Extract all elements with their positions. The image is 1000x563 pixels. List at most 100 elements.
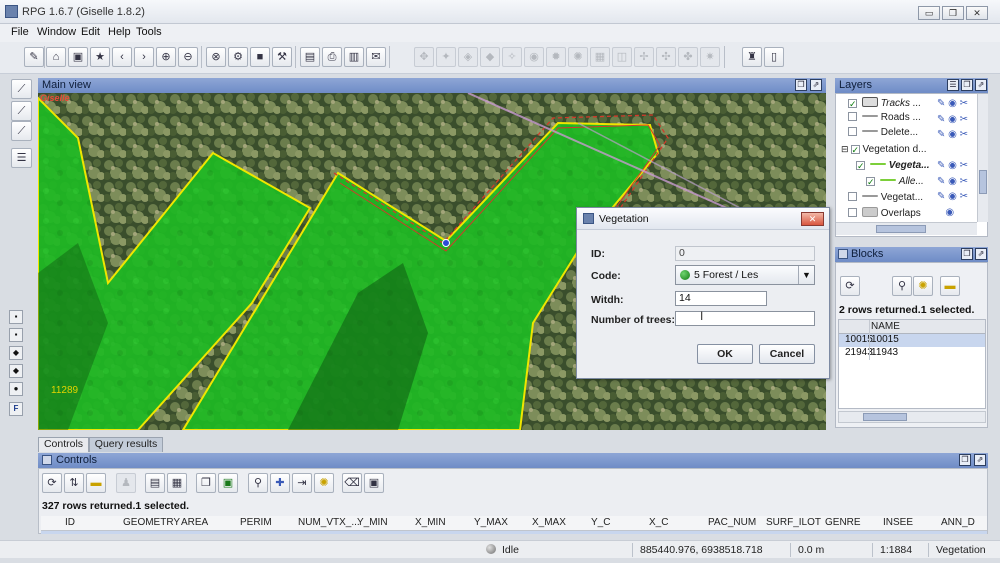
back-icon[interactable]: ‹ <box>112 47 132 67</box>
dialog-close-button[interactable]: ✕ <box>801 212 824 226</box>
search-icon[interactable]: ⚲ <box>248 473 268 493</box>
layer-checkbox[interactable] <box>848 192 857 201</box>
grid-view-icon[interactable]: ▦ <box>167 473 187 493</box>
refresh-icon[interactable]: ⟳ <box>840 276 860 296</box>
disabled-tool-icon[interactable]: ✦ <box>436 47 456 67</box>
layer-group-row[interactable]: ⊟ ✓ Vegetation d... <box>841 144 927 159</box>
stop-icon[interactable]: ⊗ <box>206 47 226 67</box>
scroll-thumb[interactable] <box>863 413 907 421</box>
column-header[interactable]: ID <box>65 517 75 528</box>
restore-panel-icon[interactable]: ❐ <box>961 248 973 260</box>
layer-checkbox[interactable] <box>848 208 857 217</box>
gray-layer-icon[interactable]: ▪ <box>9 310 23 324</box>
list-tool-icon[interactable]: ☰ <box>11 148 32 168</box>
notes-icon[interactable]: ▯ <box>764 47 784 67</box>
layer-row[interactable]: Vegetat... <box>848 192 923 207</box>
search-icon[interactable]: ⚲ <box>892 276 912 296</box>
layer-action-icons[interactable]: ✎ ◉ ✂ ✎ ◉ ✂ ✎ ◉ ✂ ✎ ◉ ✂ ✎ ◉ ✂ ✎ ◉ ✂ ◉ <box>937 96 977 220</box>
column-header[interactable]: GEOMETRY <box>123 517 180 528</box>
scroll-thumb[interactable] <box>876 225 926 233</box>
layer-checkbox[interactable]: ✓ <box>856 161 865 171</box>
detach-panel-icon[interactable]: ⇗ <box>810 79 822 91</box>
folder-icon[interactable]: ▬ <box>940 276 960 296</box>
disabled-tool-icon[interactable]: ✷ <box>700 47 720 67</box>
forward-icon[interactable]: › <box>134 47 154 67</box>
chevron-down-icon[interactable]: ▼ <box>798 266 814 284</box>
column-header[interactable]: INSEE <box>883 517 913 528</box>
column-header[interactable]: AREA <box>181 517 208 528</box>
detach-panel-icon[interactable]: ⇗ <box>975 79 987 91</box>
disabled-tool-icon[interactable]: ✥ <box>414 47 434 67</box>
vertex-marker[interactable] <box>442 239 450 247</box>
zoom-out-icon[interactable]: ⊖ <box>178 47 198 67</box>
refresh-icon[interactable]: ⟳ <box>42 473 62 493</box>
eraser-icon[interactable]: ⌫ <box>342 473 362 493</box>
disabled-tool-icon[interactable]: ✢ <box>634 47 654 67</box>
green-layer-icon[interactable]: ▪ <box>9 328 23 342</box>
sort-icon[interactable]: ⇅ <box>64 473 84 493</box>
disabled-tool-icon[interactable]: ♟ <box>116 473 136 493</box>
column-header[interactable]: ANN_D <box>941 517 975 528</box>
column-header[interactable]: X_MIN <box>415 517 446 528</box>
scroll-thumb[interactable] <box>979 170 987 194</box>
print-icon[interactable]: ⎙ <box>322 47 342 67</box>
name-column-header[interactable]: NAME <box>871 321 900 332</box>
table-row[interactable]: 21943 11943 <box>839 347 985 360</box>
table-icon[interactable]: ■ <box>250 47 270 67</box>
bulb-icon[interactable]: ✺ <box>314 473 334 493</box>
restore-panel-icon[interactable]: ❐ <box>961 79 973 91</box>
layer-row[interactable]: Delete... <box>848 127 918 142</box>
layer-list-icon[interactable]: ☰ <box>947 79 959 91</box>
network-icon[interactable]: ⚙ <box>228 47 248 67</box>
open-folder-icon[interactable]: ▬ <box>86 473 106 493</box>
blue-layer-icon[interactable]: ◆ <box>9 346 23 360</box>
column-header[interactable]: NUM_VTX_... <box>298 517 360 528</box>
detach-panel-icon[interactable]: ⇗ <box>974 454 986 466</box>
lock-icon[interactable]: ♜ <box>742 47 762 67</box>
minimize-button[interactable]: ▭ <box>918 6 940 20</box>
layer-row[interactable]: ✓ Alle... <box>866 176 924 191</box>
number-of-trees-field[interactable] <box>675 311 815 326</box>
disabled-tool-icon[interactable]: ◆ <box>480 47 500 67</box>
frame-icon[interactable]: ▣ <box>68 47 88 67</box>
restore-panel-icon[interactable]: ❐ <box>959 454 971 466</box>
disabled-tool-icon[interactable]: ◫ <box>612 47 632 67</box>
pdf-export-icon[interactable]: ✉ <box>366 47 386 67</box>
layer-row[interactable]: Overlaps <box>848 207 921 222</box>
column-header[interactable]: PAC_NUM <box>708 517 756 528</box>
layer-row[interactable]: ✓ Vegeta... <box>856 160 930 175</box>
menu-help[interactable]: Help <box>108 26 131 38</box>
layer-checkbox[interactable] <box>848 127 857 136</box>
layers-hscrollbar[interactable] <box>836 222 977 235</box>
layer-checkbox[interactable] <box>848 112 857 121</box>
cancel-button[interactable]: Cancel <box>759 344 815 364</box>
settings-icon[interactable]: ⚒ <box>272 47 292 67</box>
width-field[interactable]: 14 <box>675 291 767 306</box>
column-header[interactable]: Y_MIN <box>357 517 388 528</box>
yellow-layer-icon[interactable]: ◆ <box>9 364 23 378</box>
column-header[interactable]: X_MAX <box>532 517 566 528</box>
layer-row[interactable]: ✓ Tracks ... <box>848 97 921 112</box>
menu-edit[interactable]: Edit <box>81 26 100 38</box>
filter-icon[interactable]: F <box>9 402 23 416</box>
layer-row[interactable]: Roads ... <box>848 112 921 127</box>
menu-tools[interactable]: Tools <box>136 26 162 38</box>
column-header[interactable]: PERIM <box>240 517 272 528</box>
disabled-tool-icon[interactable]: ✣ <box>656 47 676 67</box>
home-icon[interactable]: ⌂ <box>46 47 66 67</box>
table-view-icon[interactable]: ▤ <box>145 473 165 493</box>
column-header[interactable]: Y_MAX <box>474 517 508 528</box>
column-header[interactable]: X_C <box>649 517 668 528</box>
disabled-tool-icon[interactable]: ✧ <box>502 47 522 67</box>
ok-button[interactable]: OK <box>697 344 753 364</box>
menu-window[interactable]: Window <box>37 26 76 38</box>
column-header[interactable]: GENRE <box>825 517 861 528</box>
maximize-button[interactable]: ❐ <box>942 6 964 20</box>
excel-export-icon[interactable]: ▣ <box>218 473 238 493</box>
selected-row-strip[interactable] <box>41 531 987 534</box>
detach-panel-icon[interactable]: ⇗ <box>975 248 987 260</box>
bulb-icon[interactable]: ✺ <box>913 276 933 296</box>
star-icon[interactable]: ★ <box>90 47 110 67</box>
disabled-tool-icon[interactable]: ▦ <box>590 47 610 67</box>
tab-query-results[interactable]: Query results <box>89 437 163 452</box>
